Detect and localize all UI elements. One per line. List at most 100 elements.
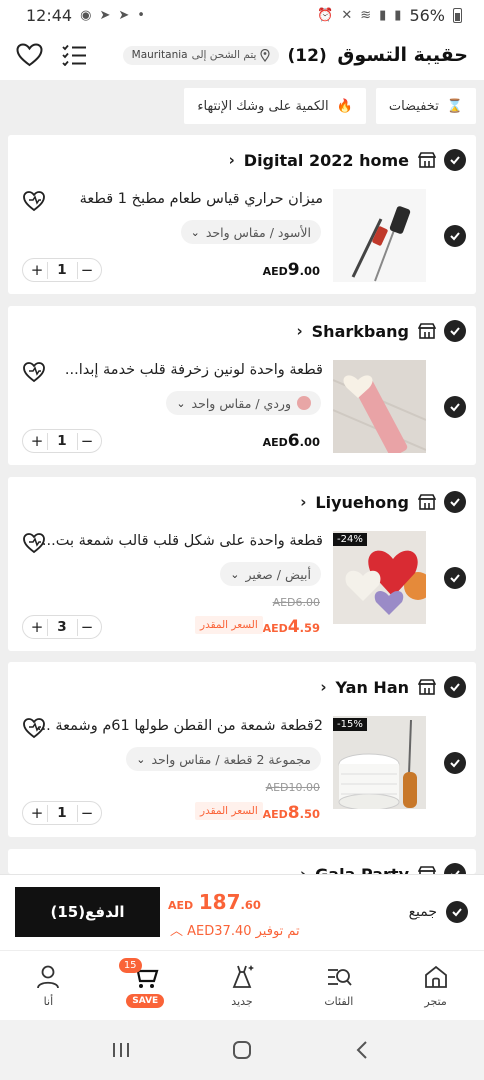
- quantity-value[interactable]: 1: [57, 262, 66, 278]
- wishlist-heart-icon[interactable]: [22, 532, 46, 554]
- increase-button[interactable]: +: [30, 432, 44, 450]
- store-select-checkbox[interactable]: [444, 491, 466, 513]
- product-title[interactable]: قطعة واحدة لونين زخرفة قلب خدمة إبدا...: [33, 362, 323, 378]
- home-button-icon[interactable]: [230, 1038, 254, 1062]
- product-title[interactable]: قطعة واحدة على شكل قلب قالب شمعة بت...: [33, 533, 323, 549]
- chevron-down-icon: ⌄: [190, 225, 200, 239]
- item-select-checkbox[interactable]: [444, 567, 466, 589]
- select-all-checkbox[interactable]: [446, 901, 468, 923]
- page-title: حقيبة التسوق (12): [287, 44, 468, 66]
- shipping-prefix: يتم الشحن إلى: [191, 49, 257, 61]
- shipping-location[interactable]: يتم الشحن إلى Mauritania: [122, 45, 280, 65]
- decrease-button[interactable]: −: [80, 618, 94, 636]
- variant-selector[interactable]: وردي / مقاس واحد ⌄: [166, 391, 321, 415]
- product-image[interactable]: -24%: [333, 531, 426, 624]
- savings-text[interactable]: تم توفير AED37.40 ︿: [170, 920, 300, 939]
- increase-button[interactable]: +: [30, 261, 44, 279]
- signal-icon-2: ▮: [394, 7, 402, 23]
- store-select-checkbox[interactable]: [444, 320, 466, 342]
- signal-icon: ▮: [379, 7, 387, 23]
- store-icon: [418, 323, 436, 339]
- store-name: Yan Han: [335, 677, 409, 697]
- filter-chips: ⌛ تخفيضات 🔥 الكمية على وشك الإنتهاء: [184, 88, 476, 124]
- checkout-button[interactable]: الدفع(15): [15, 887, 160, 937]
- wifi-icon: ≋: [360, 7, 372, 23]
- nav-categories-label: الفئات: [324, 995, 354, 1008]
- home-icon: [424, 965, 447, 988]
- original-price: AED6.00: [272, 596, 320, 609]
- quantity-value[interactable]: 3: [57, 619, 66, 635]
- store-header[interactable]: Sharkbang ‹: [296, 318, 436, 344]
- store-card: Digital 2022 home ‹ ميزان حراري قياس طعا…: [8, 135, 476, 294]
- chevron-icon: ‹: [320, 678, 327, 696]
- store-icon: [418, 866, 436, 874]
- chevron-down-icon: ⌄: [230, 567, 240, 581]
- nav-new[interactable]: جديد: [194, 951, 291, 1020]
- telegram-icon-2: ➤: [118, 7, 130, 23]
- bottom-nav: متجر الفئات جديد 15 SAVE أنا: [0, 950, 484, 1020]
- variant-selector[interactable]: الأسود / مقاس واحد ⌄: [180, 220, 321, 244]
- battery-percent: 56%: [409, 5, 445, 25]
- item-select-checkbox[interactable]: [444, 225, 466, 247]
- decrease-button[interactable]: −: [80, 261, 94, 279]
- store-select-checkbox[interactable]: [444, 863, 466, 874]
- product-price: AED6.00: [262, 431, 320, 451]
- checkout-bar: جميع AED 187.60 تم توفير AED37.40 ︿ الدف…: [0, 874, 484, 950]
- quantity-stepper: + 1 −: [22, 429, 102, 453]
- battery-icon: [453, 7, 462, 23]
- nav-me-label: أنا: [43, 995, 54, 1008]
- nav-categories[interactable]: الفئات: [290, 951, 387, 1020]
- store-header[interactable]: Gala Party ‹: [300, 861, 436, 874]
- nav-shop[interactable]: متجر: [387, 951, 484, 1020]
- chip-almost-sold-out-label: الكمية على وشك الإنتهاء: [197, 98, 329, 114]
- wishlist-heart-icon[interactable]: [22, 361, 46, 383]
- increase-button[interactable]: +: [30, 618, 44, 636]
- store-header[interactable]: Liyuehong ‹: [300, 489, 436, 515]
- increase-button[interactable]: +: [30, 804, 44, 822]
- wishlist-heart-icon[interactable]: [22, 717, 46, 739]
- variant-label: وردي / مقاس واحد: [191, 395, 291, 411]
- store-icon: [418, 494, 436, 510]
- chip-sale[interactable]: ⌛ تخفيضات: [375, 88, 476, 124]
- total-price: AED 187.60: [168, 890, 261, 914]
- dot-icon: •: [137, 7, 145, 23]
- decrease-button[interactable]: −: [80, 432, 94, 450]
- store-icon: [418, 152, 436, 168]
- new-dress-icon: [232, 965, 255, 988]
- back-icon[interactable]: [351, 1038, 375, 1062]
- nav-me[interactable]: أنا: [0, 951, 97, 1020]
- store-header[interactable]: Yan Han ‹: [320, 674, 436, 700]
- variant-selector[interactable]: مجموعة 2 قطعة / مقاس واحد ⌄: [126, 747, 321, 771]
- recent-apps-icon[interactable]: [109, 1038, 133, 1062]
- store-select-checkbox[interactable]: [444, 676, 466, 698]
- store-name: Digital 2022 home: [243, 150, 409, 170]
- quantity-stepper: + 3 −: [22, 615, 102, 639]
- product-image[interactable]: [333, 360, 426, 453]
- decrease-button[interactable]: −: [80, 804, 94, 822]
- item-select-checkbox[interactable]: [444, 396, 466, 418]
- heart-icon[interactable]: [16, 43, 43, 67]
- product-title[interactable]: ميزان حراري قياس طعام مطبخ 1 قطعة: [33, 191, 323, 207]
- wishlist-heart-icon[interactable]: [22, 190, 46, 212]
- store-icon: [418, 679, 436, 695]
- select-all[interactable]: جميع: [409, 901, 468, 923]
- nav-cart[interactable]: 15 SAVE: [97, 951, 194, 1020]
- store-header[interactable]: Digital 2022 home ‹: [229, 147, 436, 173]
- product-image[interactable]: [333, 189, 426, 282]
- product-title[interactable]: 2قطعة شمعة من القطن طولها 61م وشمعة ...: [33, 718, 323, 734]
- chip-almost-sold-out[interactable]: 🔥 الكمية على وشك الإنتهاء: [184, 88, 366, 124]
- store-card: Liyuehong ‹ -24% قطعة واحدة على شكل قلب …: [8, 477, 476, 651]
- original-price: AED10.00: [265, 781, 320, 794]
- store-select-checkbox[interactable]: [444, 149, 466, 171]
- product-image[interactable]: -15%: [333, 716, 426, 809]
- store-name: Sharkbang: [311, 321, 409, 341]
- variant-selector[interactable]: أبيض / صغير ⌄: [220, 562, 321, 586]
- item-select-checkbox[interactable]: [444, 752, 466, 774]
- shipping-place: Mauritania: [131, 49, 188, 61]
- quantity-value[interactable]: 1: [57, 433, 66, 449]
- checklist-icon[interactable]: [61, 44, 87, 66]
- store-card: Yan Han ‹ -15% 2قطعة شمعة من القطن طولها…: [8, 662, 476, 837]
- status-time: 12:44: [26, 5, 73, 25]
- discount-badge: -15%: [333, 718, 367, 731]
- quantity-value[interactable]: 1: [57, 805, 66, 821]
